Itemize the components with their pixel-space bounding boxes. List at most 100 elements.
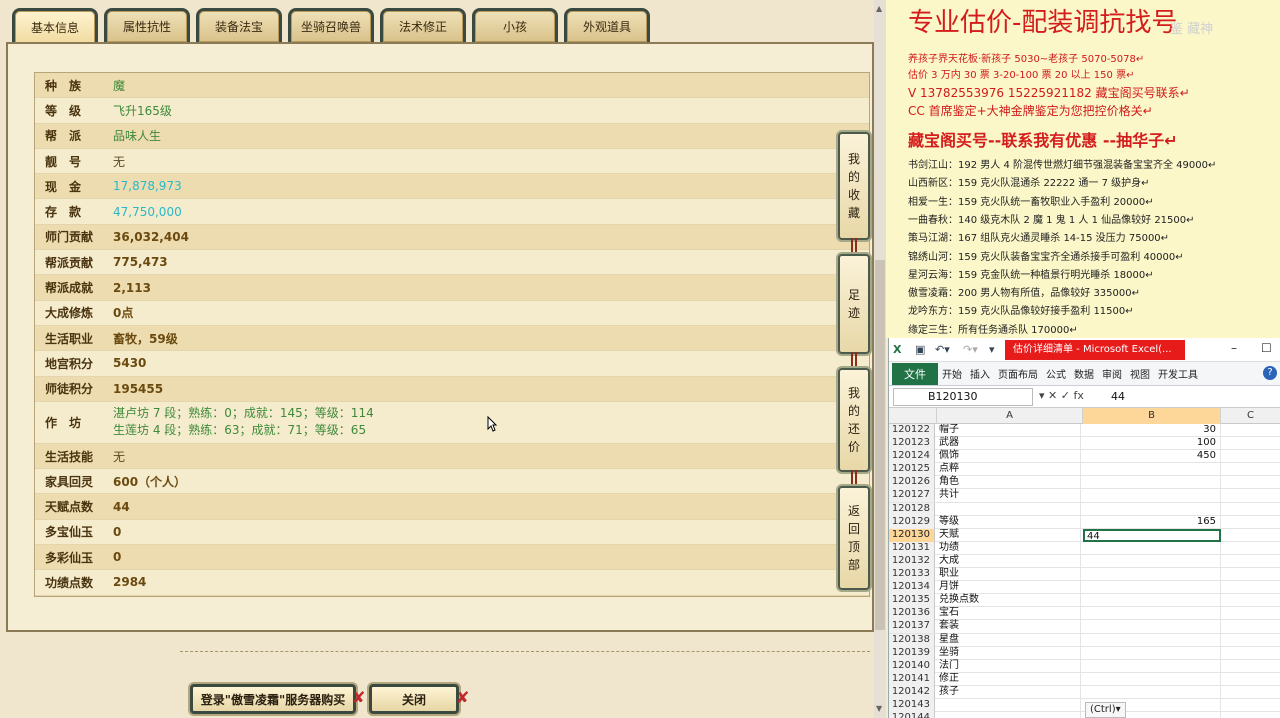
cell-a[interactable]: 天赋 xyxy=(939,528,1081,542)
cell-b[interactable] xyxy=(1083,568,1221,582)
row-number[interactable]: 120136 xyxy=(889,607,935,621)
cell-b[interactable] xyxy=(1083,581,1221,595)
cell-a[interactable]: 共计 xyxy=(939,489,1081,503)
my-favorites-button[interactable]: 我的收藏 xyxy=(838,132,870,240)
ribbon-tab[interactable]: 开发工具 xyxy=(1154,366,1202,381)
cell-b[interactable] xyxy=(1083,633,1221,647)
footprint-button[interactable]: 足迹 xyxy=(838,254,870,354)
cell-a[interactable]: 角色 xyxy=(939,476,1081,490)
save-icon[interactable]: ▣ xyxy=(915,343,925,356)
back-to-top-button[interactable]: 返回顶部 xyxy=(838,486,870,590)
row-number[interactable]: 120126 xyxy=(889,476,935,490)
tab-6[interactable]: 外观道具 xyxy=(564,8,650,42)
minimize-icon[interactable]: – xyxy=(1231,341,1237,355)
cell-a[interactable]: 大成 xyxy=(939,554,1081,568)
cell-b[interactable] xyxy=(1083,554,1221,568)
cell-a[interactable]: 孩子 xyxy=(939,685,1081,699)
cell-b[interactable] xyxy=(1083,620,1221,634)
row-number[interactable]: 120135 xyxy=(889,594,935,608)
cell-b[interactable] xyxy=(1083,672,1221,686)
cell-b[interactable] xyxy=(1083,502,1221,516)
cell-b[interactable] xyxy=(1083,463,1221,477)
tab-5[interactable]: 小孩 xyxy=(472,8,558,42)
tab-1[interactable]: 属性抗性 xyxy=(104,8,190,42)
cell-a[interactable]: 修正 xyxy=(939,672,1081,686)
scroll-down-icon[interactable]: ▼ xyxy=(876,704,884,713)
row-number[interactable]: 120144 xyxy=(889,712,935,718)
column-header-b[interactable]: B xyxy=(1083,408,1221,424)
ribbon-tab[interactable]: 页面布局 xyxy=(994,366,1042,381)
scroll-thumb[interactable] xyxy=(875,260,885,630)
tab-0[interactable]: 基本信息 xyxy=(12,8,98,44)
row-number[interactable]: 120137 xyxy=(889,620,935,634)
customize-toolbar-icon[interactable]: ▾ xyxy=(989,343,995,356)
cell-a[interactable]: 等级 xyxy=(939,515,1081,529)
game-scrollbar[interactable]: ▲ ▼ xyxy=(874,0,886,718)
row-number[interactable]: 120132 xyxy=(889,554,935,568)
cell-a[interactable] xyxy=(939,502,1081,516)
ribbon-tab[interactable]: 数据 xyxy=(1070,366,1098,381)
scroll-up-icon[interactable]: ▲ xyxy=(876,4,884,13)
cell-a[interactable]: 武器 xyxy=(939,437,1081,451)
row-number[interactable]: 120134 xyxy=(889,581,935,595)
ribbon-tab[interactable]: 审阅 xyxy=(1098,366,1126,381)
cell-b[interactable] xyxy=(1083,646,1221,660)
cell-a[interactable]: 帽子 xyxy=(939,424,1081,437)
cell-b[interactable]: 30 xyxy=(1083,424,1221,437)
row-number[interactable]: 120129 xyxy=(889,515,935,529)
row-number[interactable]: 120133 xyxy=(889,568,935,582)
maximize-icon[interactable]: ☐ xyxy=(1261,341,1272,355)
undo-icon[interactable]: ↶▾ xyxy=(935,343,950,356)
cell-a[interactable]: 职业 xyxy=(939,568,1081,582)
tab-4[interactable]: 法术修正 xyxy=(380,8,466,42)
cell-a[interactable]: 点粹 xyxy=(939,463,1081,477)
row-number[interactable]: 120138 xyxy=(889,633,935,647)
cell-b[interactable] xyxy=(1083,607,1221,621)
file-tab[interactable]: 文件 xyxy=(892,362,938,385)
formula-icons[interactable]: ▾ ✕ ✓ fx xyxy=(1039,389,1084,402)
row-number[interactable]: 120139 xyxy=(889,646,935,660)
tab-3[interactable]: 坐骑召唤兽 xyxy=(288,8,374,42)
cell-b[interactable]: 450 xyxy=(1083,450,1221,464)
row-number[interactable]: 120122 xyxy=(889,424,935,437)
help-icon[interactable]: ? xyxy=(1263,366,1277,380)
cell-a[interactable]: 宝石 xyxy=(939,607,1081,621)
row-number[interactable]: 120143 xyxy=(889,698,935,712)
cell-b[interactable] xyxy=(1083,685,1221,699)
cell-b[interactable]: 165 xyxy=(1083,515,1221,529)
ribbon-tab[interactable]: 插入 xyxy=(966,366,994,381)
row-number[interactable]: 120141 xyxy=(889,672,935,686)
column-header-a[interactable]: A xyxy=(937,408,1083,424)
my-counteroffer-button[interactable]: 我的还价 xyxy=(838,368,870,472)
spreadsheet-grid[interactable]: 120122 帽子 30 120123 武器 100 120124 佩饰 450 120125 点粹… xyxy=(889,424,1280,718)
row-number[interactable]: 120140 xyxy=(889,659,935,673)
cell-a[interactable]: 星盘 xyxy=(939,633,1081,647)
name-box[interactable]: B120130 xyxy=(893,388,1033,406)
row-number[interactable]: 120130 xyxy=(889,528,935,542)
row-number[interactable]: 120142 xyxy=(889,685,935,699)
row-number[interactable]: 120127 xyxy=(889,489,935,503)
cell-b[interactable] xyxy=(1083,489,1221,503)
cell-b[interactable]: 44 xyxy=(1083,528,1221,542)
cell-a[interactable]: 法门 xyxy=(939,659,1081,673)
ribbon-tab[interactable]: 开始 xyxy=(938,366,966,381)
close-button[interactable]: 关闭 xyxy=(369,684,459,714)
cell-a[interactable]: 套装 xyxy=(939,620,1081,634)
cell-a[interactable]: 佩饰 xyxy=(939,450,1081,464)
formula-input[interactable]: 44 xyxy=(1111,390,1125,403)
cell-b[interactable] xyxy=(1083,659,1221,673)
ribbon-tab[interactable]: 视图 xyxy=(1126,366,1154,381)
cell-b[interactable] xyxy=(1083,594,1221,608)
cell-a[interactable]: 兑换点数 xyxy=(939,594,1081,608)
tab-2[interactable]: 装备法宝 xyxy=(196,8,282,42)
cell-a[interactable]: 坐骑 xyxy=(939,646,1081,660)
cell-b[interactable] xyxy=(1083,541,1221,555)
cell-a[interactable] xyxy=(939,712,1081,718)
row-number[interactable]: 120131 xyxy=(889,541,935,555)
cell-a[interactable]: 月饼 xyxy=(939,581,1081,595)
paste-options-button[interactable]: (Ctrl)▾ xyxy=(1085,702,1126,718)
cell-a[interactable]: 功绩 xyxy=(939,541,1081,555)
row-number[interactable]: 120128 xyxy=(889,502,935,516)
row-number[interactable]: 120124 xyxy=(889,450,935,464)
row-number[interactable]: 120125 xyxy=(889,463,935,477)
